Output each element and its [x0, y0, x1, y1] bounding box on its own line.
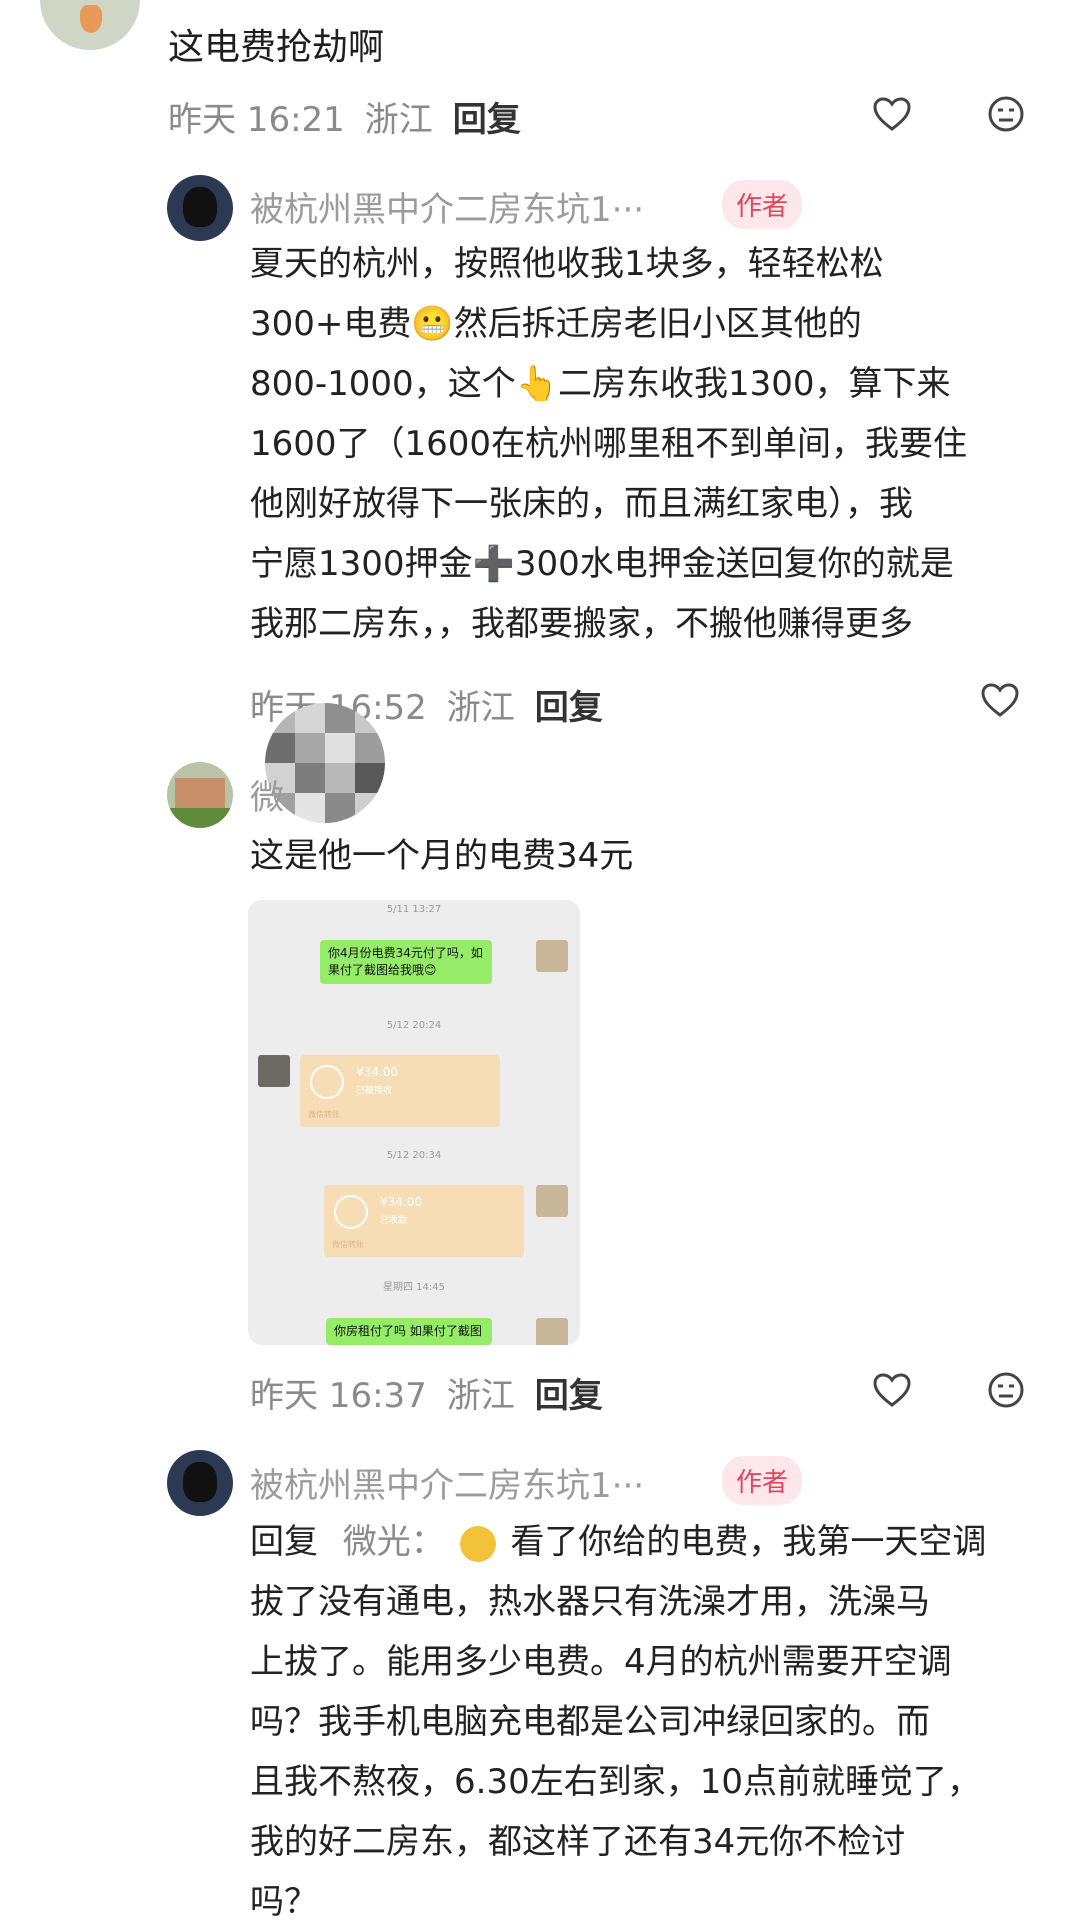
comment-line: 宁愿1300押金➕300水电押金送回复你的就是 — [250, 544, 954, 584]
comment-line: 300+电费😬然后拆迁房老旧小区其他的 — [250, 304, 862, 344]
comment-line: 且我不熬夜，6.30左右到家，10点前就睡觉了， — [250, 1762, 981, 1802]
comment-line: 他刚好放得下一张床的，而且满红家电），我 — [250, 484, 913, 524]
comment-meta: 昨天 16:37 浙江 回复 — [250, 1368, 603, 1417]
chat-timestamp: 5/12 20:34 — [386, 1150, 442, 1161]
author-badge: 作者 — [722, 180, 803, 229]
transfer-amount: ¥34.00 — [356, 1065, 398, 1079]
chat-avatar — [536, 1318, 568, 1345]
chat-timestamp: 星期四 14:45 — [383, 1282, 445, 1293]
chat-timestamp: 5/12 20:24 — [386, 1020, 442, 1031]
comment-line: 我那二房东，，我都要搬家，不搬他赚得更多 — [250, 604, 913, 644]
comment-time: 昨天 16:21 — [168, 100, 345, 140]
transfer-footer: 微信转账 — [332, 1240, 364, 1249]
author-badge: 作者 — [722, 1456, 803, 1505]
dislike-face-icon[interactable] — [984, 92, 1028, 136]
dislike-face-icon[interactable] — [984, 1368, 1028, 1412]
like-heart-icon[interactable] — [870, 92, 914, 136]
building-icon — [175, 778, 225, 808]
comment-time: 昨天 16:37 — [250, 1376, 427, 1416]
comment-line: 拔了没有通电，热水器只有洗澡才用，洗澡马 — [250, 1582, 930, 1622]
chat-bubble: 你房租付了吗 如果付了截图 — [326, 1318, 492, 1345]
comment-line: 我的好二房东，都这样了还有34元你不检讨 — [250, 1822, 906, 1862]
reply-to-name[interactable]: 微光： — [343, 1522, 445, 1562]
comment-text: 这电费抢劫啊 — [168, 27, 385, 68]
comment-location: 浙江 — [364, 100, 433, 140]
comment-text: 这是他一个月的电费34元 — [250, 836, 634, 876]
comment-meta: 昨天 16:21 浙江 回复 — [168, 92, 521, 141]
author-name[interactable]: 被杭州黑中介二房东坑1··· — [250, 1458, 644, 1507]
author-avatar[interactable] — [167, 1450, 233, 1516]
transfer-card: ¥34.00 已被接收 微信转账 — [300, 1055, 500, 1127]
reply-prefix: 回复 — [250, 1522, 318, 1562]
transfer-footer: 微信转账 — [308, 1110, 340, 1119]
chat-avatar — [536, 1185, 568, 1217]
comment-location: 浙江 — [446, 688, 515, 728]
comment-line: 800-1000，这个👆二房东收我1300，算下来 — [250, 364, 951, 404]
reply-button[interactable]: 回复 — [535, 680, 603, 729]
reply-button[interactable]: 回复 — [453, 92, 521, 141]
chat-timestamp: 5/11 13:27 — [386, 904, 442, 915]
comment-line: 1600了（1600在杭州哪里租不到单间，我要住 — [250, 424, 968, 464]
comment-line: 上拔了。能用多少电费。4月的杭州需要开空调 — [250, 1642, 952, 1682]
comment-line: 回复 微光： 看了你给的电费，我第一天空调 — [250, 1512, 1050, 1572]
avatar[interactable] — [40, 0, 140, 50]
chat-screenshot-image[interactable]: 5/11 13:27 你4月份电费34元付了吗，如果付了截图给我哦😊 5/12 … — [248, 900, 580, 1345]
chat-bubble: 你4月份电费34元付了吗，如果付了截图给我哦😊 — [320, 940, 492, 984]
comment-line: 吗？ — [250, 1882, 318, 1922]
avatar[interactable] — [167, 762, 233, 828]
sticker-icon — [459, 1525, 496, 1562]
transfer-status: 已被接收 — [356, 1086, 393, 1096]
comment-line: 夏天的杭州，按照他收我1块多，轻轻松松 — [250, 244, 884, 284]
like-heart-icon[interactable] — [870, 1368, 914, 1412]
cat-icon — [183, 187, 217, 227]
comment-body: 回复 微光： 看了你给的电费，我第一天空调 拔了没有通电，热水器只有洗澡才用，洗… — [250, 1512, 1050, 1932]
duck-beak-icon — [80, 5, 102, 33]
comment-line-text: 看了你给的电费，我第一天空调 — [510, 1522, 987, 1562]
author-name[interactable]: 被杭州黑中介二房东坑1··· — [250, 182, 644, 231]
transfer-card: ¥34.00 已收款 微信转账 — [324, 1185, 524, 1257]
comment-body: 夏天的杭州，按照他收我1块多，轻轻松松 300+电费😬然后拆迁房老旧小区其他的 … — [250, 234, 1050, 654]
reply-button[interactable]: 回复 — [535, 1368, 603, 1417]
check-icon — [334, 1195, 368, 1229]
transfer-amount: ¥34.00 — [380, 1195, 422, 1209]
transfer-status: 已收款 — [380, 1216, 408, 1226]
cat-icon — [183, 1462, 217, 1502]
comment-line: 吗？我手机电脑充电都是公司冲绿回家的。而 — [250, 1702, 930, 1742]
like-heart-icon[interactable] — [978, 678, 1022, 722]
chat-avatar — [536, 940, 568, 972]
author-avatar[interactable] — [167, 175, 233, 241]
comment-location: 浙江 — [446, 1376, 515, 1416]
check-icon — [310, 1065, 344, 1099]
commenter-name[interactable]: 微 — [250, 770, 284, 819]
chat-avatar — [258, 1055, 290, 1087]
